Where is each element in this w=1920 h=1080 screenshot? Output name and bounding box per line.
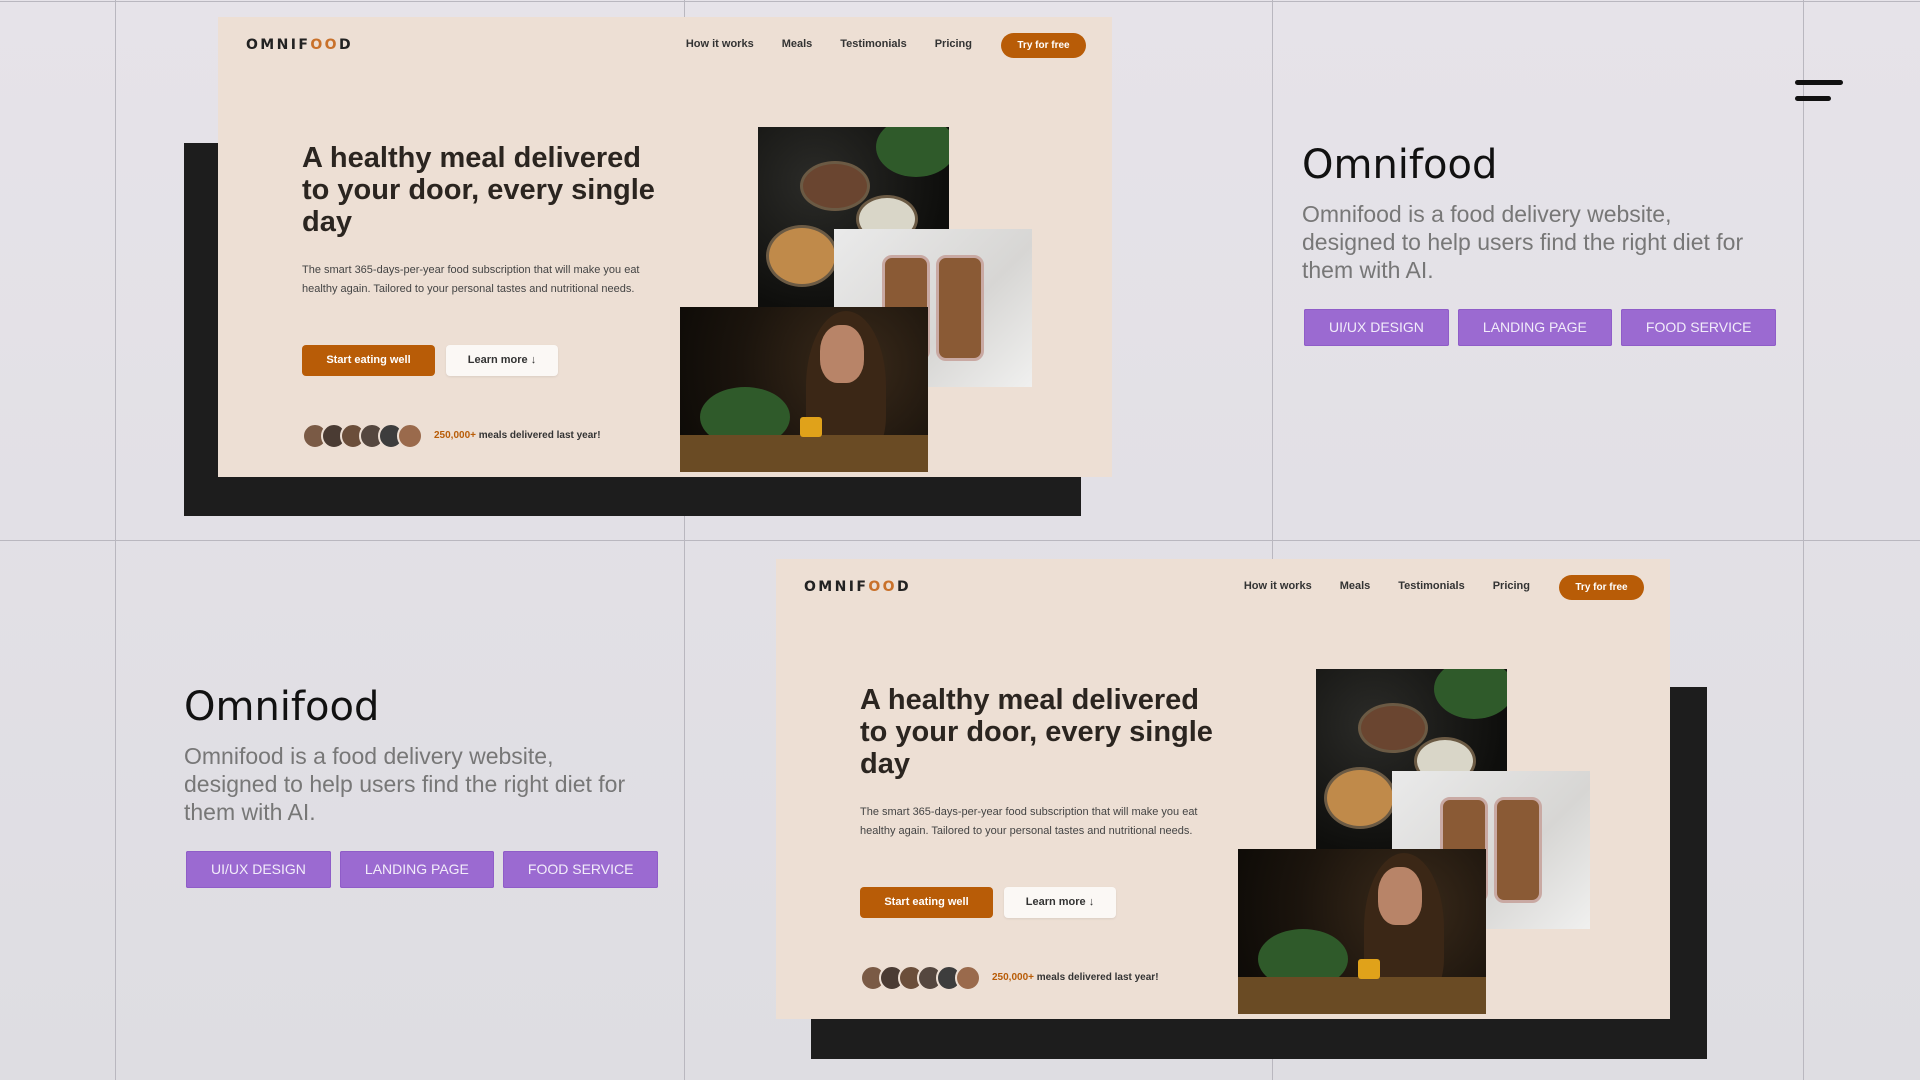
project-tags: UI/UX DESIGN LANDING PAGE FOOD SERVICE — [1304, 309, 1777, 346]
project-description: Omnifood is a food delivery website, des… — [184, 743, 626, 825]
tag-landing-page[interactable]: LANDING PAGE — [339, 851, 494, 888]
project-title: Omnifood — [184, 684, 380, 730]
meals-delivered-text: 250,000+ meals delivered last year! — [992, 972, 1159, 983]
menu-button[interactable] — [1790, 76, 1846, 108]
nav-link-testimonials[interactable]: Testimonials — [840, 38, 906, 50]
grid-line — [0, 540, 1920, 541]
woman-eating-photo — [1238, 849, 1486, 1014]
customer-avatars — [302, 423, 432, 451]
nav-link-meals[interactable]: Meals — [1340, 580, 1371, 592]
project-title: Omnifood — [1302, 142, 1498, 188]
avatar — [955, 965, 981, 991]
start-eating-well-button[interactable]: Start eating well — [302, 345, 435, 376]
nav-link-pricing[interactable]: Pricing — [1493, 580, 1530, 592]
hero-title: A healthy meal delivered to your door, e… — [302, 142, 655, 238]
omnifood-logo[interactable]: OMNIFOOD — [246, 37, 353, 53]
project-tags: UI/UX DESIGN LANDING PAGE FOOD SERVICE — [186, 851, 659, 888]
tag-ui-ux-design[interactable]: UI/UX DESIGN — [1304, 309, 1449, 346]
mockup-navbar: OMNIFOOD How it works Meals Testimonials… — [218, 17, 1112, 73]
tag-landing-page[interactable]: LANDING PAGE — [1457, 309, 1612, 346]
learn-more-button[interactable]: Learn more ↓ — [1004, 887, 1116, 918]
mockup-navbar: OMNIFOOD How it works Meals Testimonials… — [776, 559, 1670, 615]
tag-food-service[interactable]: FOOD SERVICE — [1620, 309, 1777, 346]
woman-eating-photo — [680, 307, 928, 472]
try-for-free-button[interactable]: Try for free — [1559, 575, 1644, 600]
nav-link-how-it-works[interactable]: How it works — [1244, 580, 1312, 592]
grid-line — [0, 1, 1920, 2]
try-for-free-button[interactable]: Try for free — [1001, 33, 1086, 58]
avatar — [397, 423, 423, 449]
tag-ui-ux-design[interactable]: UI/UX DESIGN — [186, 851, 331, 888]
nav-link-meals[interactable]: Meals — [782, 38, 813, 50]
customer-avatars — [860, 965, 990, 993]
mockup-screenshot: OMNIFOOD How it works Meals Testimonials… — [776, 559, 1670, 1019]
project-description: Omnifood is a food delivery website, des… — [1302, 201, 1744, 283]
nav-link-testimonials[interactable]: Testimonials — [1398, 580, 1464, 592]
omnifood-logo[interactable]: OMNIFOOD — [804, 579, 911, 595]
hero-title: A healthy meal delivered to your door, e… — [860, 684, 1213, 780]
hero-description: The smart 365-days-per-year food subscri… — [302, 264, 640, 295]
mockup-screenshot: OMNIFOOD How it works Meals Testimonials… — [218, 17, 1112, 477]
nav-link-pricing[interactable]: Pricing — [935, 38, 972, 50]
hero-description: The smart 365-days-per-year food subscri… — [860, 806, 1198, 837]
tag-food-service[interactable]: FOOD SERVICE — [502, 851, 659, 888]
nav-link-how-it-works[interactable]: How it works — [686, 38, 754, 50]
start-eating-well-button[interactable]: Start eating well — [860, 887, 993, 918]
learn-more-button[interactable]: Learn more ↓ — [446, 345, 558, 376]
meals-delivered-text: 250,000+ meals delivered last year! — [434, 430, 601, 441]
